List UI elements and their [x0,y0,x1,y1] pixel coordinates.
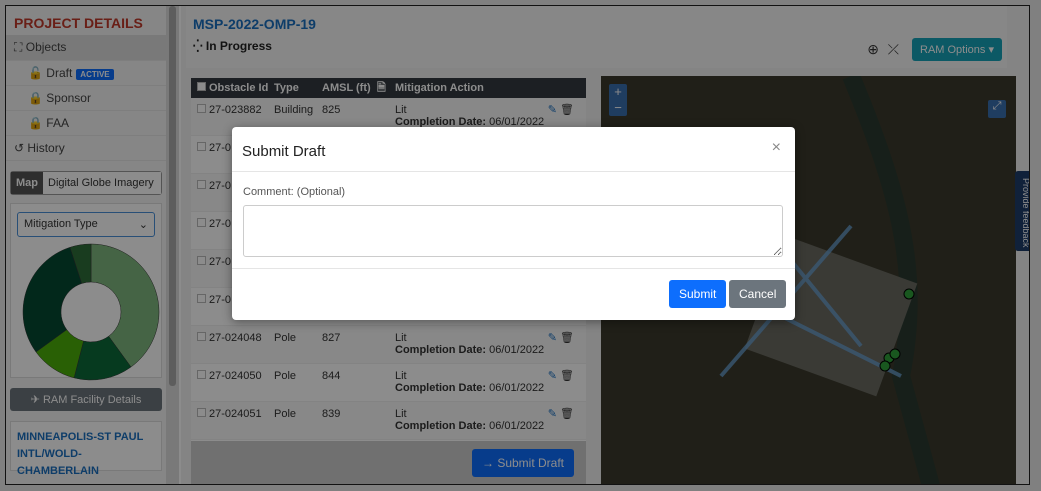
modal-title: Submit Draft [232,127,795,172]
cancel-button[interactable]: Cancel [729,280,787,308]
comment-label: Comment: (Optional) [243,186,346,198]
close-icon[interactable]: × [772,139,781,157]
comment-input[interactable] [243,205,783,257]
modal-footer-divider [232,268,795,269]
submit-draft-modal: Submit Draft × Comment: (Optional) Submi… [232,127,795,320]
submit-button[interactable]: Submit [669,280,727,308]
